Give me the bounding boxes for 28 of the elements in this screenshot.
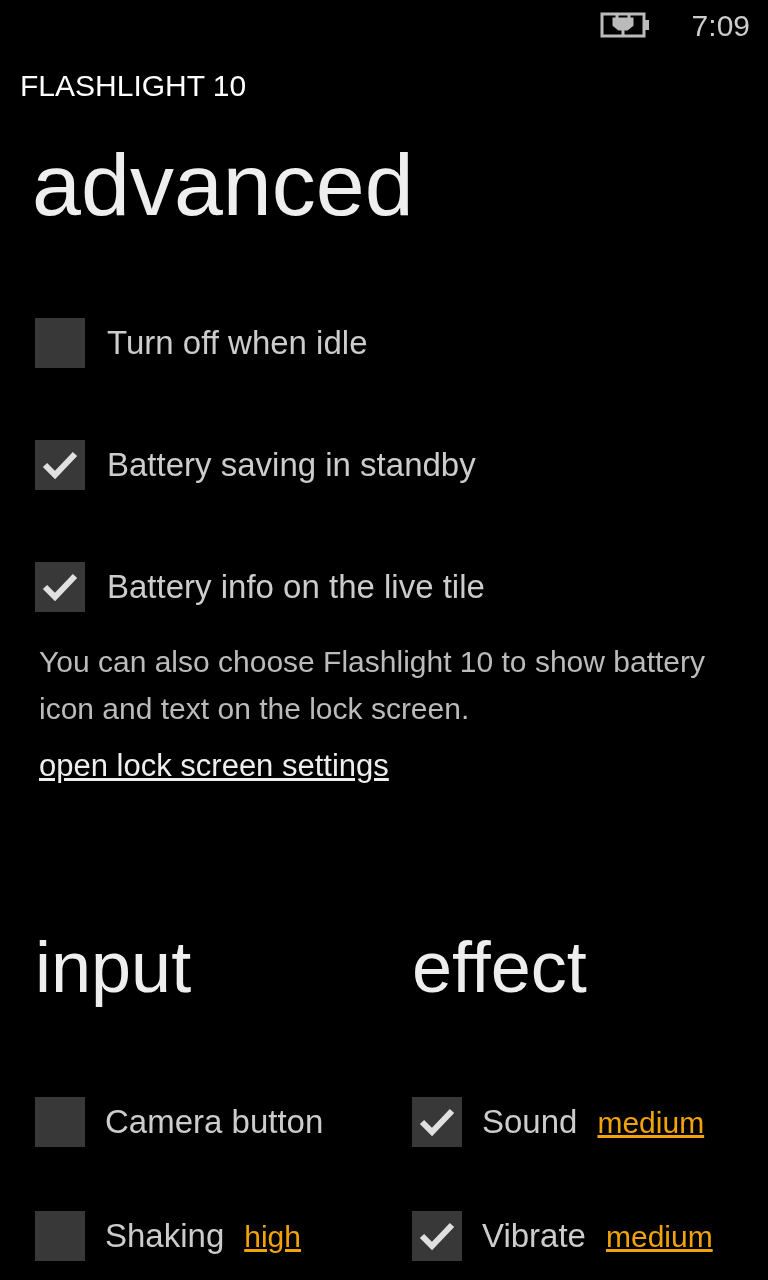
checkbox[interactable]: [35, 1097, 85, 1147]
checkbox[interactable]: [35, 318, 85, 368]
app-title: FLASHLIGHT 10: [20, 67, 247, 104]
checkbox[interactable]: [35, 440, 85, 490]
checkbox[interactable]: [35, 562, 85, 612]
page-title: advanced: [32, 141, 414, 229]
level-link[interactable]: high: [244, 1213, 301, 1259]
status-time: 7:09: [691, 7, 750, 44]
option-label: Vibrate: [482, 1216, 586, 1257]
lock-screen-settings-link[interactable]: open lock screen settings: [39, 742, 389, 789]
option-label: Battery saving in standby: [107, 445, 476, 486]
checkbox[interactable]: [412, 1211, 462, 1261]
description: You can also choose Flashlight 10 to show battery icon and text on the lock screen.: [39, 644, 706, 727]
checkbox[interactable]: [35, 1211, 85, 1261]
checkmark-icon: [419, 1221, 455, 1251]
checkmark-icon: [419, 1107, 455, 1137]
option-label: Shaking: [105, 1216, 225, 1257]
option-label: Camera button: [105, 1102, 324, 1143]
option-label: Sound: [482, 1102, 578, 1143]
battery-charging-icon: [599, 11, 652, 39]
level-link[interactable]: medium: [605, 1213, 713, 1259]
level-link[interactable]: medium: [597, 1099, 705, 1145]
option-label: Turn off when idle: [107, 323, 368, 364]
option-label: Battery info on the live tile: [107, 567, 485, 608]
checkmark-icon: [42, 572, 78, 602]
checkbox[interactable]: [412, 1097, 462, 1147]
section-title: effect: [412, 931, 587, 1003]
checkmark-icon: [42, 450, 78, 480]
